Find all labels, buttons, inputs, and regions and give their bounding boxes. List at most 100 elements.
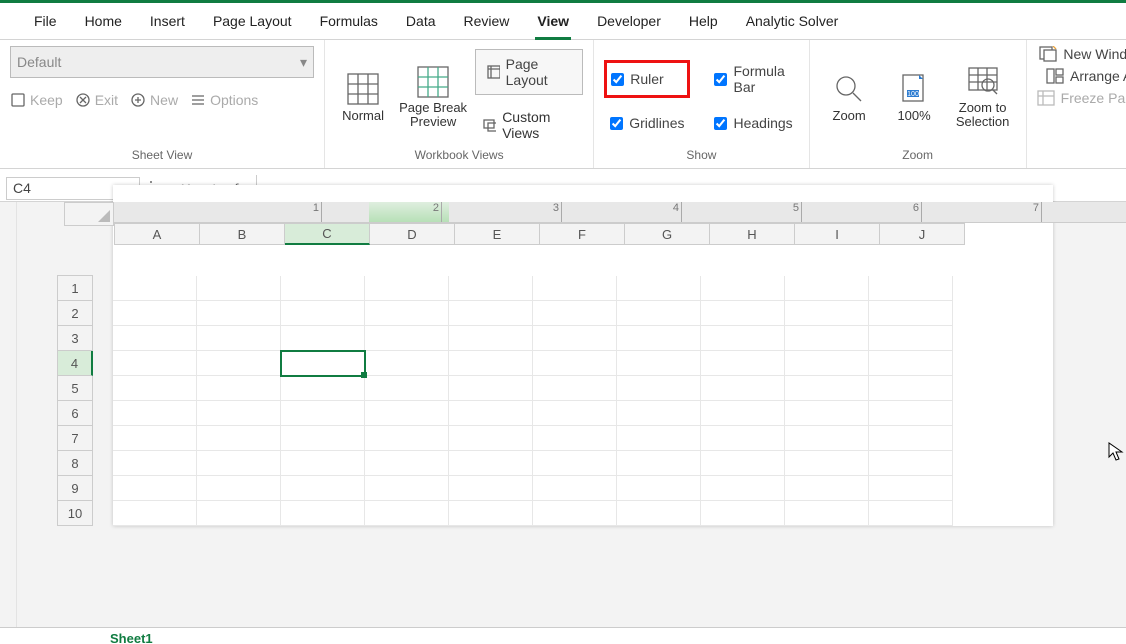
cell[interactable]	[617, 451, 701, 476]
cell[interactable]	[701, 476, 785, 501]
cell[interactable]	[869, 326, 953, 351]
cell[interactable]	[113, 401, 197, 426]
row-header[interactable]: 4	[57, 351, 93, 376]
new-window-button[interactable]: New Window	[1039, 46, 1126, 62]
zoom-100-button[interactable]: 100 100%	[885, 72, 944, 123]
cell[interactable]	[365, 401, 449, 426]
row-header[interactable]: 8	[57, 451, 93, 476]
ruler-checkbox[interactable]: Ruler	[604, 60, 690, 98]
cell[interactable]	[113, 276, 197, 301]
cell[interactable]	[365, 276, 449, 301]
cell[interactable]	[113, 376, 197, 401]
cell[interactable]	[449, 401, 533, 426]
tab-help[interactable]: Help	[675, 3, 732, 39]
cell[interactable]	[365, 501, 449, 526]
cell[interactable]	[449, 501, 533, 526]
cell[interactable]	[701, 451, 785, 476]
cell[interactable]	[617, 476, 701, 501]
cell[interactable]	[869, 501, 953, 526]
tab-formulas[interactable]: Formulas	[306, 3, 392, 39]
cell[interactable]	[197, 301, 281, 326]
cell[interactable]	[701, 276, 785, 301]
formula-bar-checkbox[interactable]: Formula Bar	[708, 60, 798, 98]
cell[interactable]	[701, 351, 785, 376]
row-header[interactable]: 7	[57, 426, 93, 451]
cell[interactable]	[869, 426, 953, 451]
cell[interactable]	[281, 276, 365, 301]
cell[interactable]	[449, 301, 533, 326]
cell[interactable]	[365, 376, 449, 401]
cell[interactable]	[113, 476, 197, 501]
cell[interactable]	[701, 501, 785, 526]
cell[interactable]	[281, 451, 365, 476]
cell[interactable]	[197, 376, 281, 401]
cell[interactable]	[617, 326, 701, 351]
cell[interactable]	[281, 426, 365, 451]
cell[interactable]	[533, 326, 617, 351]
cell[interactable]	[617, 401, 701, 426]
cell[interactable]	[701, 426, 785, 451]
row-header[interactable]: 5	[57, 376, 93, 401]
gridlines-checkbox-input[interactable]	[610, 117, 623, 130]
tab-developer[interactable]: Developer	[583, 3, 675, 39]
cell[interactable]	[701, 376, 785, 401]
cell[interactable]	[113, 451, 197, 476]
cell[interactable]	[785, 351, 869, 376]
tab-home[interactable]: Home	[71, 3, 136, 39]
cell[interactable]	[617, 426, 701, 451]
cell[interactable]	[785, 376, 869, 401]
cell[interactable]	[533, 401, 617, 426]
tab-review[interactable]: Review	[450, 3, 524, 39]
cell[interactable]	[449, 426, 533, 451]
cell[interactable]	[449, 276, 533, 301]
cell[interactable]	[617, 276, 701, 301]
cell[interactable]	[785, 476, 869, 501]
cell[interactable]	[785, 276, 869, 301]
col-header[interactable]: G	[625, 223, 710, 245]
row-header[interactable]: 3	[57, 326, 93, 351]
col-header[interactable]: D	[370, 223, 455, 245]
col-header[interactable]: A	[114, 223, 200, 245]
cell[interactable]	[533, 376, 617, 401]
cell[interactable]	[617, 376, 701, 401]
tab-view[interactable]: View	[523, 3, 583, 39]
cell[interactable]	[533, 301, 617, 326]
gridlines-checkbox[interactable]: Gridlines	[604, 112, 690, 134]
tab-data[interactable]: Data	[392, 3, 450, 39]
col-header[interactable]: J	[880, 223, 965, 245]
cell[interactable]	[197, 276, 281, 301]
cell[interactable]	[533, 476, 617, 501]
ruler-checkbox-input[interactable]	[611, 73, 624, 86]
cell[interactable]	[617, 501, 701, 526]
cell[interactable]	[281, 501, 365, 526]
cell[interactable]	[197, 451, 281, 476]
zoom-to-selection-button[interactable]: Zoom to Selection	[950, 65, 1016, 130]
cell[interactable]	[365, 351, 449, 376]
cell[interactable]	[449, 376, 533, 401]
cell[interactable]	[449, 326, 533, 351]
tab-insert[interactable]: Insert	[136, 3, 199, 39]
cell[interactable]	[365, 426, 449, 451]
formula-bar-checkbox-input[interactable]	[714, 73, 727, 86]
cell[interactable]	[869, 401, 953, 426]
cell[interactable]	[785, 401, 869, 426]
cell[interactable]	[785, 501, 869, 526]
cell[interactable]	[113, 426, 197, 451]
select-all-corner[interactable]	[64, 202, 114, 226]
zoom-button[interactable]: Zoom	[820, 72, 879, 123]
cell[interactable]	[281, 401, 365, 426]
cell[interactable]	[869, 276, 953, 301]
cell[interactable]	[533, 351, 617, 376]
cell[interactable]	[113, 301, 197, 326]
cell[interactable]	[365, 476, 449, 501]
cell[interactable]	[869, 351, 953, 376]
cell[interactable]	[785, 451, 869, 476]
col-header[interactable]: F	[540, 223, 625, 245]
cell[interactable]	[197, 401, 281, 426]
cell[interactable]	[869, 451, 953, 476]
cell[interactable]	[449, 476, 533, 501]
headings-checkbox-input[interactable]	[714, 117, 727, 130]
cell[interactable]	[701, 326, 785, 351]
tab-file[interactable]: File	[20, 3, 71, 39]
cell[interactable]	[365, 326, 449, 351]
